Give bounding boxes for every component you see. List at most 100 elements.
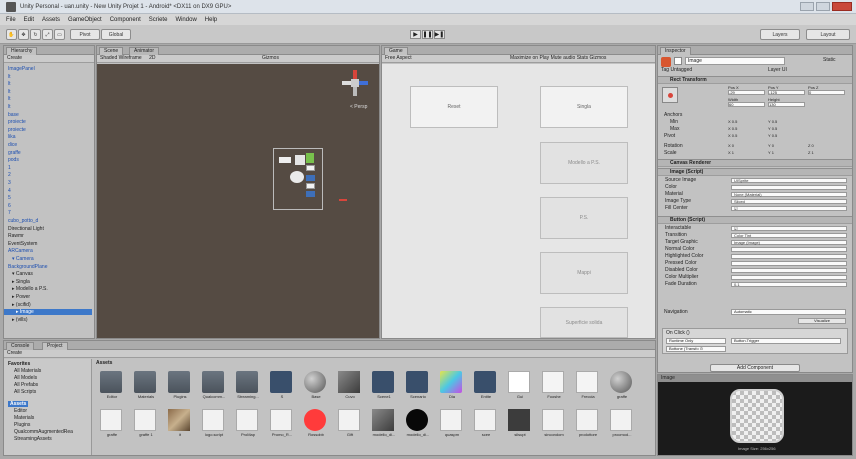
- function-dropdown[interactable]: Button.Trigger: [731, 338, 841, 344]
- tab-console[interactable]: Console: [6, 342, 35, 350]
- pos-x-field[interactable]: -29: [728, 90, 765, 95]
- hierarchy-item[interactable]: lt: [8, 104, 11, 110]
- gizmos-dropdown[interactable]: Gizmos: [262, 55, 279, 62]
- menu-help[interactable]: Help: [205, 17, 217, 23]
- rect-tool-icon[interactable]: ▭: [54, 29, 65, 40]
- inspector-row-field[interactable]: [731, 275, 847, 280]
- move-tool-icon[interactable]: ✥: [18, 29, 29, 40]
- inspector-row-field[interactable]: UISprite: [731, 178, 847, 183]
- static-toggle[interactable]: Static: [823, 57, 836, 63]
- inspector-row-field[interactable]: Image (Image): [731, 240, 847, 245]
- game-button-singla[interactable]: Singla: [540, 86, 628, 128]
- asset-item[interactable]: Qualcomm...: [202, 371, 226, 399]
- game-viewport[interactable]: Reset Singla Modello a P.S. P.S. Mappi S…: [382, 64, 655, 338]
- hierarchy-item[interactable]: Directional Light: [8, 226, 44, 232]
- anchor-max-x[interactable]: X 0.5: [728, 126, 737, 131]
- hierarchy-item[interactable]: ARCamera: [8, 248, 33, 254]
- inspector-row-field[interactable]: [731, 268, 847, 273]
- asset-item[interactable]: ProMap: [236, 409, 260, 437]
- anchors-label[interactable]: Anchors: [664, 112, 682, 118]
- folder-item[interactable]: QualcommAugmentedRea: [14, 429, 73, 435]
- tab-scene[interactable]: Scene: [99, 47, 124, 55]
- hierarchy-item[interactable]: 2: [8, 172, 11, 178]
- hierarchy-item[interactable]: proiecte: [8, 127, 26, 133]
- asset-item[interactable]: graffe 1: [134, 409, 158, 437]
- asset-item[interactable]: Gift: [338, 409, 362, 437]
- favorites-item[interactable]: All Models: [14, 375, 37, 381]
- shading-mode-dropdown[interactable]: Shaded Wireframe: [100, 55, 142, 61]
- hierarchy-item[interactable]: 4: [8, 188, 11, 194]
- hierarchy-item[interactable]: 1: [8, 165, 11, 171]
- tab-game[interactable]: Game: [384, 47, 408, 55]
- scale-tool-icon[interactable]: ⤢: [42, 29, 53, 40]
- asset-item[interactable]: Cuvo: [338, 371, 362, 399]
- object-name-field[interactable]: Image: [685, 57, 785, 65]
- hierarchy-item[interactable]: dice: [8, 142, 17, 148]
- game-button-mappi[interactable]: Mappi: [540, 252, 628, 294]
- folder-item[interactable]: Plugins: [14, 422, 30, 428]
- favorites-title[interactable]: Favorites: [8, 361, 30, 367]
- 2d-toggle[interactable]: 2D: [149, 55, 155, 61]
- hierarchy-item[interactable]: 7: [8, 210, 11, 216]
- folder-item[interactable]: StreamingAssets: [14, 436, 52, 442]
- rotate-tool-icon[interactable]: ↻: [30, 29, 41, 40]
- hierarchy-item[interactable]: ▸ (vills): [12, 317, 28, 323]
- asset-item[interactable]: graffe: [610, 371, 634, 399]
- hierarchy-item[interactable]: ▸ Power: [12, 294, 30, 300]
- folder-item[interactable]: Editor: [14, 408, 27, 414]
- inspector-row-field[interactable]: ☑: [731, 226, 847, 231]
- hierarchy-item[interactable]: lika: [8, 134, 16, 140]
- asset-item[interactable]: Editor: [100, 371, 124, 399]
- pos-z-field[interactable]: 0: [808, 90, 845, 95]
- height-field[interactable]: 130: [768, 102, 805, 107]
- hierarchy-item[interactable]: 5: [8, 195, 11, 201]
- x-axis-handle-icon[interactable]: [339, 199, 347, 201]
- tab-inspector[interactable]: Inspector: [660, 47, 691, 55]
- asset-item[interactable]: logo.script: [202, 409, 226, 437]
- game-button-modello[interactable]: Modello a P.S.: [540, 142, 628, 184]
- asset-item[interactable]: modello_di...: [406, 409, 430, 437]
- tab-animator[interactable]: Animator: [129, 47, 160, 55]
- close-button[interactable]: [832, 2, 852, 11]
- maximize-button[interactable]: [816, 2, 830, 11]
- inspector-row-field[interactable]: [731, 254, 847, 259]
- global-toggle[interactable]: Global: [101, 29, 131, 40]
- active-checkbox[interactable]: [674, 57, 682, 65]
- visualize-button[interactable]: Visualize: [798, 318, 846, 324]
- inspector-row-field[interactable]: None (Material): [731, 192, 847, 197]
- layers-dropdown[interactable]: Layers: [760, 29, 800, 40]
- asset-item[interactable]: Promo_R...: [270, 409, 294, 437]
- menu-gameobject[interactable]: GameObject: [68, 17, 102, 23]
- game-button-ps[interactable]: P.S.: [540, 197, 628, 239]
- asset-item[interactable]: Materials: [134, 371, 158, 399]
- scene-orientation-gizmo-icon[interactable]: [342, 70, 368, 100]
- minimize-button[interactable]: [800, 2, 814, 11]
- inspector-row-field[interactable]: [731, 261, 847, 266]
- inspector-row-field[interactable]: [731, 185, 847, 190]
- asset-item[interactable]: Streaming...: [236, 371, 260, 399]
- scale-y[interactable]: Y 1: [768, 150, 774, 155]
- hierarchy-item[interactable]: EventSystem: [8, 241, 37, 247]
- inspector-row-field[interactable]: 0.1: [731, 282, 847, 287]
- asset-item[interactable]: Base: [304, 371, 328, 399]
- tab-hierarchy[interactable]: Hierarchy: [6, 47, 38, 55]
- hierarchy-item[interactable]: 6: [8, 203, 11, 209]
- asset-item[interactable]: Gui: [508, 371, 532, 399]
- inspector-row-field[interactable]: Sliced: [731, 199, 847, 204]
- asset-item[interactable]: Scene1: [372, 371, 396, 399]
- menu-window[interactable]: Window: [175, 17, 196, 23]
- folder-item[interactable]: Materials: [14, 415, 34, 421]
- hierarchy-item[interactable]: ▸ Singla: [12, 279, 30, 285]
- favorites-item[interactable]: All Scripts: [14, 389, 36, 395]
- asset-item[interactable]: procmod...: [610, 409, 634, 437]
- hierarchy-item[interactable]: proiecte: [8, 119, 26, 125]
- hierarchy-item[interactable]: ▸ Image: [4, 309, 92, 316]
- menu-file[interactable]: File: [6, 17, 16, 23]
- menu-scripts[interactable]: Scriete: [149, 17, 168, 23]
- game-button-reset[interactable]: Reset: [410, 86, 498, 128]
- add-component-button[interactable]: Add Component: [710, 364, 800, 372]
- hierarchy-item[interactable]: base: [8, 112, 19, 118]
- hierarchy-item[interactable]: BackgroundPlane: [8, 264, 47, 270]
- tab-project[interactable]: Project: [42, 342, 68, 350]
- canvas-renderer-header[interactable]: Canvas Renderer: [658, 159, 852, 167]
